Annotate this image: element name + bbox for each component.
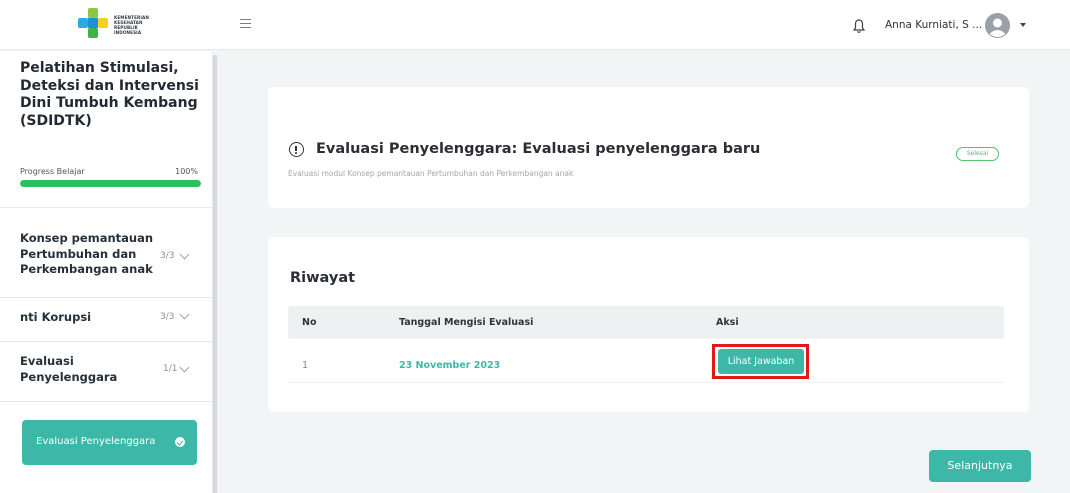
- evaluation-card: Evaluasi Penyelenggara: Evaluasi penyele…: [268, 87, 1029, 208]
- divider: [0, 207, 213, 208]
- column-header-no: No: [302, 317, 317, 328]
- history-card: Riwayat No Tanggal Mengisi Evaluasi Aksi…: [268, 237, 1029, 412]
- user-avatar-icon[interactable]: [985, 13, 1010, 38]
- next-button[interactable]: Selanjutnya: [929, 450, 1031, 482]
- sidebar-item-evaluasi-penyelenggara[interactable]: Evaluasi Penyelenggara: [22, 420, 197, 465]
- module-title: Konsep pemantauan Pertumbuhan dan Perkem…: [20, 231, 154, 276]
- module-count: 1/1: [163, 364, 178, 374]
- sidebar: Pelatihan Stimulasi, Deteksi dan Interve…: [0, 51, 213, 493]
- course-title: Pelatihan Stimulasi, Deteksi dan Interve…: [20, 60, 199, 129]
- sidebar-item-label: Evaluasi Penyelenggara: [36, 436, 156, 447]
- table-header: No Tanggal Mengisi Evaluasi Aksi: [288, 306, 1004, 339]
- progress-percent: 100%: [175, 167, 198, 176]
- check-circle-icon: [175, 437, 185, 447]
- logo-text: KEMENTERIAN KESEHATAN REPUBLIK INDONESIA: [114, 15, 149, 35]
- progress-label: Progress Belajar: [20, 167, 85, 176]
- view-answer-button[interactable]: Lihat Jawaban: [718, 349, 804, 374]
- hamburger-icon[interactable]: [240, 19, 252, 31]
- column-header-date: Tanggal Mengisi Evaluasi: [399, 317, 534, 328]
- status-badge: Selesai: [956, 147, 999, 161]
- progress-bar: [20, 180, 201, 187]
- kemenkes-logo[interactable]: KEMENTERIAN KESEHATAN REPUBLIK INDONESIA: [78, 7, 178, 43]
- kemenkes-logo-icon: [78, 8, 108, 38]
- divider: [0, 297, 213, 298]
- chevron-down-icon[interactable]: [179, 362, 190, 373]
- history-title: Riwayat: [290, 270, 356, 286]
- sidebar-scrollbar[interactable]: [213, 55, 217, 493]
- row-date: 23 November 2023: [399, 360, 501, 371]
- progress-bar-fill: [20, 180, 201, 187]
- top-bar: KEMENTERIAN KESEHATAN REPUBLIK INDONESIA…: [0, 0, 1070, 50]
- module-count: 3/3: [160, 312, 175, 322]
- table-row-divider: [288, 382, 1004, 383]
- info-circle-icon: [289, 142, 304, 157]
- bell-icon[interactable]: [852, 18, 866, 34]
- module-anti-korupsi[interactable]: nti Korupsi 3/3: [0, 304, 213, 336]
- evaluation-subtitle: Evaluasi modul Konsep pemantauan Pertumb…: [288, 169, 574, 178]
- caret-down-icon[interactable]: [1020, 23, 1026, 27]
- user-name[interactable]: Anna Kurniati, S ...: [885, 19, 982, 31]
- logo-line: INDONESIA: [114, 30, 142, 35]
- module-title: nti Korupsi: [20, 310, 92, 324]
- module-title: Evaluasi Penyelenggara: [20, 354, 118, 384]
- evaluation-title: Evaluasi Penyelenggara: Evaluasi penyele…: [316, 141, 761, 157]
- divider: [0, 341, 213, 342]
- module-count: 3/3: [160, 251, 175, 261]
- chevron-down-icon[interactable]: [179, 249, 190, 260]
- divider: [0, 401, 213, 402]
- module-evaluasi-penyelenggara[interactable]: Evaluasi Penyelenggara 1/1: [0, 351, 213, 397]
- column-header-action: Aksi: [716, 317, 739, 328]
- row-number: 1: [302, 360, 309, 371]
- chevron-down-icon[interactable]: [179, 309, 190, 320]
- module-konsep-pemantauan[interactable]: Konsep pemantauan Pertumbuhan dan Perkem…: [0, 221, 213, 291]
